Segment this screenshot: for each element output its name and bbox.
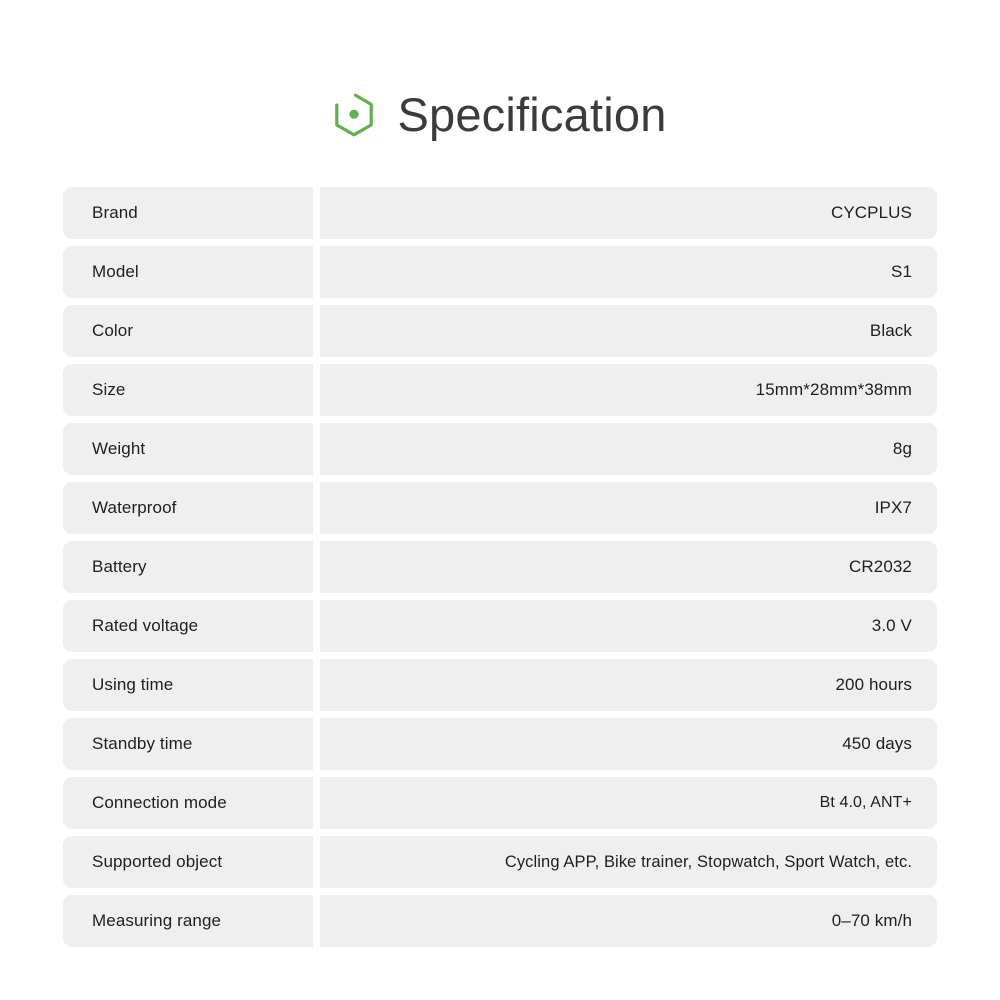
spec-value: 450 days xyxy=(320,718,937,770)
spec-value: 200 hours xyxy=(320,659,937,711)
spec-value: 3.0 V xyxy=(320,600,937,652)
spec-value: CR2032 xyxy=(320,541,937,593)
spec-value: CYCPLUS xyxy=(320,187,937,239)
spec-label: Size xyxy=(63,364,313,416)
table-row: Weight 8g xyxy=(63,423,937,475)
table-row: Waterproof IPX7 xyxy=(63,482,937,534)
table-row: Measuring range 0–70 km/h xyxy=(63,895,937,947)
spec-value: Bt 4.0, ANT+ xyxy=(320,777,937,829)
table-row: Using time 200 hours xyxy=(63,659,937,711)
table-row: Standby time 450 days xyxy=(63,718,937,770)
spec-value: 8g xyxy=(320,423,937,475)
spec-label: Color xyxy=(63,305,313,357)
spec-value: 0–70 km/h xyxy=(320,895,937,947)
spec-label: Model xyxy=(63,246,313,298)
spec-value: Black xyxy=(320,305,937,357)
spec-label: Battery xyxy=(63,541,313,593)
spec-label: Brand xyxy=(63,187,313,239)
specification-table: Brand CYCPLUS Model S1 Color Black Size … xyxy=(63,187,937,954)
table-row: Brand CYCPLUS xyxy=(63,187,937,239)
spec-value: S1 xyxy=(320,246,937,298)
hexagon-dot-icon xyxy=(335,93,374,137)
spec-label: Using time xyxy=(63,659,313,711)
spec-label: Supported object xyxy=(63,836,313,888)
spec-label: Weight xyxy=(63,423,313,475)
spec-label: Waterproof xyxy=(63,482,313,534)
page-title: Specification xyxy=(397,87,667,141)
spec-label: Standby time xyxy=(63,718,313,770)
page-header: Specification xyxy=(0,78,1000,150)
spec-label: Connection mode xyxy=(63,777,313,829)
table-row: Color Black xyxy=(63,305,937,357)
table-row: Rated voltage 3.0 V xyxy=(63,600,937,652)
table-row: Size 15mm*28mm*38mm xyxy=(63,364,937,416)
specification-page: Specification Brand CYCPLUS Model S1 Col… xyxy=(0,0,1000,1000)
spec-value: Cycling APP, Bike trainer, Stopwatch, Sp… xyxy=(320,836,937,888)
table-row: Supported object Cycling APP, Bike train… xyxy=(63,836,937,888)
table-row: Model S1 xyxy=(63,246,937,298)
table-row: Connection mode Bt 4.0, ANT+ xyxy=(63,777,937,829)
spec-label: Measuring range xyxy=(63,895,313,947)
spec-value: 15mm*28mm*38mm xyxy=(320,364,937,416)
table-row: Battery CR2032 xyxy=(63,541,937,593)
spec-label: Rated voltage xyxy=(63,600,313,652)
spec-value: IPX7 xyxy=(320,482,937,534)
